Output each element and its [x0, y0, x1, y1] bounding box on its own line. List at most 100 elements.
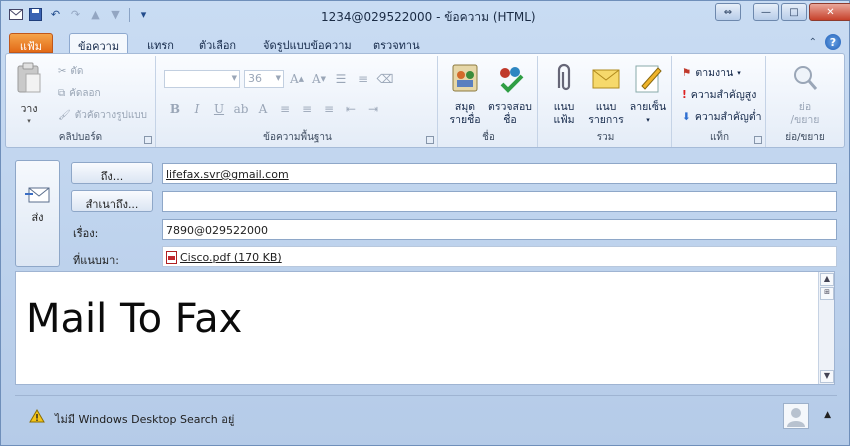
clear-formatting-icon[interactable]: ⌫	[376, 70, 394, 88]
align-center-icon[interactable]: ≡	[298, 100, 316, 118]
names-group: สมุด รายชื่อ ตรวจสอบ ชื่อ ชื่อ	[440, 56, 538, 147]
save-icon[interactable]	[27, 6, 44, 23]
to-field[interactable]: lifefax.svr@gmail.com	[162, 163, 837, 184]
next-item-icon[interactable]: ▼	[107, 6, 124, 23]
scroll-up-icon[interactable]: ▲	[820, 273, 834, 286]
close-button[interactable]: ✕	[809, 3, 850, 21]
signature-button[interactable]: ลายเซ็น ▾	[626, 62, 670, 127]
paste-label: วาง	[20, 103, 38, 115]
customize-qat-icon[interactable]: ▾	[135, 6, 152, 23]
paste-button[interactable]: วาง ▾	[12, 62, 46, 125]
send-envelope-icon	[24, 187, 49, 203]
tags-group: ⚑ ตามงาน ▾ ! ความสำคัญสูง ⬇ ความสำคัญต่ำ…	[674, 56, 766, 147]
scroll-down-icon[interactable]: ▼	[820, 370, 834, 383]
format-painter-icon: 🖌	[58, 110, 71, 121]
bold-icon[interactable]: B	[166, 100, 184, 118]
attach-item-label-1: แนบ	[595, 101, 617, 113]
redo-icon[interactable]: ↷	[67, 6, 84, 23]
align-left-icon[interactable]: ≡	[276, 100, 294, 118]
font-name-combo[interactable]: ▼	[164, 70, 240, 88]
attach-file-label-2: แฟ้ม	[553, 114, 575, 126]
bullets-icon[interactable]: ☰	[332, 70, 350, 88]
ruler-toggle-icon[interactable]: ⊞	[820, 287, 834, 300]
address-book-icon	[452, 64, 478, 92]
decrease-indent-icon[interactable]: ⇤	[342, 100, 360, 118]
check-names-icon	[500, 67, 524, 93]
ribbon-tabs: แฟ้ม ข้อความ แทรก ตัวเลือก จัดรูปแบบข้อค…	[1, 29, 849, 53]
zoom-button[interactable]: ย่อ /ขยาย	[783, 62, 827, 127]
attach-item-button[interactable]: แนบ รายการ	[584, 62, 628, 127]
previous-item-icon[interactable]: ▲	[87, 6, 104, 23]
font-size-combo[interactable]: 36 ▼	[244, 70, 284, 88]
signature-label: ลายเซ็น	[629, 101, 667, 113]
basic-text-launcher-icon[interactable]	[426, 136, 434, 144]
pdf-file-icon	[166, 251, 177, 264]
low-importance-button[interactable]: ⬇ ความสำคัญต่ำ	[682, 108, 762, 125]
send-button[interactable]: ส่ง	[15, 160, 60, 267]
grow-font-icon[interactable]: A ▲	[288, 70, 306, 88]
paperclip-icon	[557, 63, 571, 91]
font-color-icon[interactable]: A	[254, 100, 272, 118]
expand-people-pane-icon[interactable]: ▲	[824, 410, 831, 420]
follow-up-button[interactable]: ⚑ ตามงาน ▾	[682, 64, 741, 81]
follow-up-label: ตามงาน	[695, 67, 734, 79]
person-avatar-icon[interactable]	[783, 403, 809, 429]
tags-launcher-icon[interactable]	[754, 136, 762, 144]
vertical-scrollbar[interactable]: ▲ ⊞ ▼	[818, 272, 834, 384]
clipboard-launcher-icon[interactable]	[144, 136, 152, 144]
attach-item-label-2: รายการ	[588, 114, 624, 126]
highlight-icon[interactable]: ab	[232, 100, 250, 118]
tab-options[interactable]: ตัวเลือก	[191, 33, 244, 53]
zoom-group: ย่อ /ขยาย ย่อ/ขยาย	[768, 56, 842, 147]
align-right-icon[interactable]: ≡	[320, 100, 338, 118]
high-importance-button[interactable]: ! ความสำคัญสูง	[682, 86, 756, 103]
signature-icon	[635, 65, 662, 93]
include-group: แนบ แฟ้ม แนบ รายการ ลายเซ็น ▾ รวม	[540, 56, 672, 147]
address-book-label-1: สมุด	[454, 101, 476, 113]
send-label: ส่ง	[31, 211, 44, 224]
check-names-button[interactable]: ตรวจสอบ ชื่อ	[488, 62, 532, 127]
window-buttons: — □ ✕	[753, 3, 850, 21]
subject-field[interactable]: 7890@029522000	[162, 219, 837, 240]
window-controls: ⇔	[715, 3, 741, 21]
restore-layout-icon[interactable]: ⇔	[715, 3, 741, 21]
copy-button[interactable]: ⧉ คัดลอก	[58, 86, 101, 101]
high-importance-icon: !	[682, 88, 687, 101]
format-painter-button[interactable]: 🖌 ตัวคัดวางรูปแบบ	[58, 108, 147, 123]
italic-icon[interactable]: I	[188, 100, 206, 118]
copy-label: คัดลอก	[69, 88, 101, 99]
tab-message[interactable]: ข้อความ	[69, 33, 129, 53]
tab-file[interactable]: แฟ้ม	[9, 33, 53, 53]
shrink-font-icon[interactable]: A ▼	[310, 70, 328, 88]
tab-review[interactable]: ตรวจทาน	[365, 33, 428, 53]
tab-format-text[interactable]: จัดรูปแบบข้อความ	[255, 33, 360, 53]
message-body[interactable]: Mail To Fax ▲ ⊞ ▼	[15, 271, 835, 385]
format-painter-label: ตัวคัดวางรูปแบบ	[74, 110, 147, 121]
attachment-item[interactable]: Cisco.pdf (170 KB)	[166, 251, 282, 264]
underline-icon[interactable]: U	[210, 100, 228, 118]
to-button[interactable]: ถึง...	[71, 162, 153, 184]
minimize-ribbon-icon[interactable]: ⌃	[809, 37, 817, 48]
body-text: Mail To Fax	[26, 296, 243, 342]
attach-file-button[interactable]: แนบ แฟ้ม	[542, 62, 586, 127]
attachment-name: Cisco.pdf (170 KB)	[180, 251, 282, 264]
undo-icon[interactable]: ↶	[47, 6, 64, 23]
window-title: 1234@029522000 - ข้อความ (HTML)	[321, 10, 536, 24]
attach-file-label-1: แนบ	[553, 101, 575, 113]
follow-up-dropdown-icon: ▾	[737, 68, 741, 77]
zoom-label-2: /ขยาย	[790, 114, 820, 126]
minimize-button[interactable]: —	[753, 3, 779, 21]
tab-insert[interactable]: แทรก	[139, 33, 182, 53]
names-group-label: ชื่อ	[482, 132, 495, 143]
maximize-button[interactable]: □	[781, 3, 807, 21]
warning-icon	[29, 409, 45, 423]
cut-button[interactable]: ✂ ตัด	[58, 64, 83, 79]
paste-dropdown-icon: ▾	[27, 117, 31, 125]
increase-indent-icon[interactable]: ⇥	[364, 100, 382, 118]
address-book-button[interactable]: สมุด รายชื่อ	[443, 62, 487, 127]
font-size-value: 36	[248, 72, 262, 85]
numbering-icon[interactable]: ≡	[354, 70, 372, 88]
help-icon[interactable]: ?	[825, 34, 841, 50]
cc-field[interactable]	[162, 191, 837, 212]
cc-button[interactable]: สำเนาถึง...	[71, 190, 153, 212]
